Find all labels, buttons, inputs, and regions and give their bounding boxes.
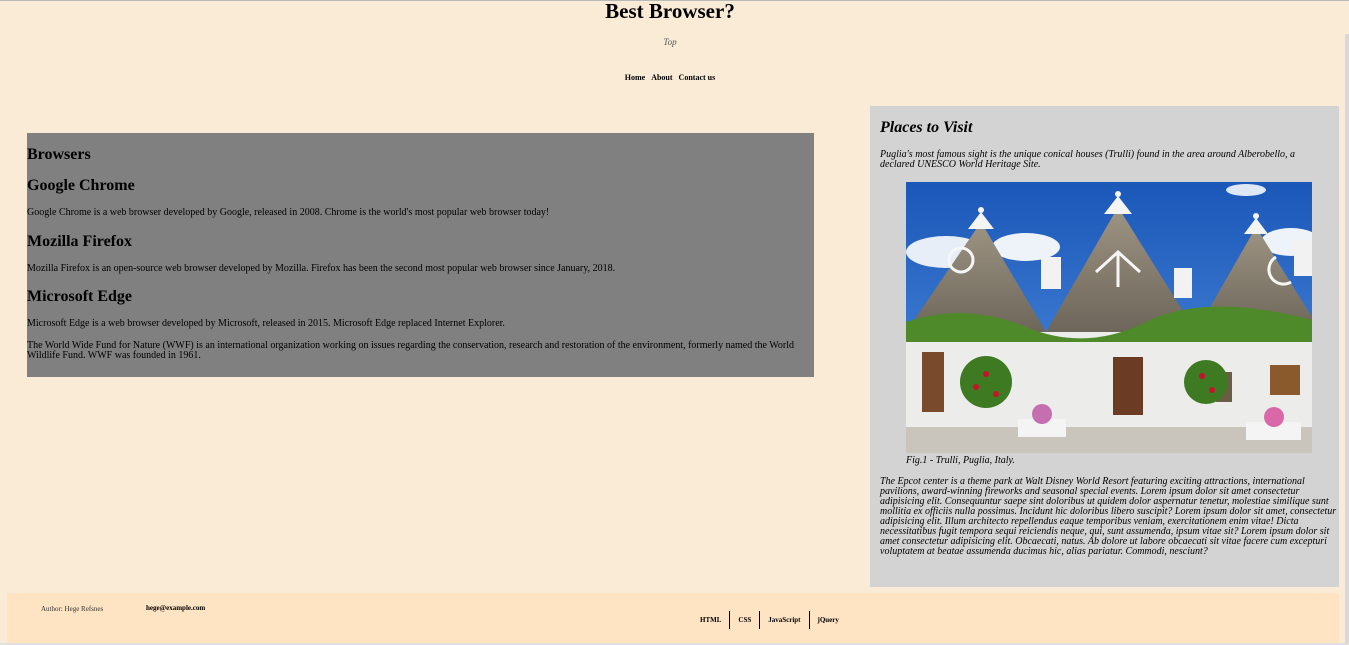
edge-text: Microsoft Edge is a web browser develope… bbox=[27, 318, 505, 329]
footer-link-css[interactable]: CSS bbox=[730, 616, 759, 624]
footer-link-html[interactable]: HTML bbox=[692, 616, 729, 624]
browsers-section: Browsers Google Chrome Google Chrome is … bbox=[27, 133, 814, 377]
places-aside: Places to Visit Puglia's most famous sig… bbox=[870, 106, 1339, 587]
page-footer: Author: Hege Refsnes hege@example.com HT… bbox=[7, 593, 1339, 643]
trulli-photo bbox=[906, 182, 1312, 453]
chrome-text: Google Chrome is a web browser developed… bbox=[27, 207, 550, 218]
footer-links: HTML CSS JavaScript jQuery bbox=[692, 611, 847, 629]
footer-link-javascript[interactable]: JavaScript bbox=[760, 616, 808, 624]
epcot-text: The Epcot center is a theme park at Walt… bbox=[880, 476, 1337, 557]
firefox-text: Mozilla Firefox is an open-source web br… bbox=[27, 263, 616, 274]
aside-intro: Puglia's most famous sight is the unique… bbox=[880, 149, 1295, 170]
edge-heading: Microsoft Edge bbox=[27, 288, 133, 305]
footer-link-jquery[interactable]: jQuery bbox=[810, 616, 847, 624]
nav-link-about[interactable]: About bbox=[651, 73, 672, 82]
footer-email[interactable]: hege@example.com bbox=[146, 604, 205, 612]
main-nav: Home About Contact us bbox=[0, 73, 1340, 82]
browsers-heading: Browsers bbox=[27, 146, 91, 163]
aside-title: Places to Visit bbox=[880, 119, 973, 136]
wwf-text: The World Wide Fund for Nature (WWF) is … bbox=[27, 340, 795, 361]
nav-link-home[interactable]: Home bbox=[625, 73, 645, 82]
page-title: Best Browser? bbox=[605, 0, 735, 23]
nav-link-contact[interactable]: Contact us bbox=[679, 73, 716, 82]
page-subtitle: Top bbox=[663, 37, 677, 47]
chrome-heading: Google Chrome bbox=[27, 177, 135, 194]
scrollbar[interactable] bbox=[1345, 34, 1349, 645]
footer-author: Author: Hege Refsnes bbox=[41, 605, 104, 613]
photo-caption: Fig.1 - Trulli, Puglia, Italy. bbox=[906, 455, 1015, 466]
firefox-heading: Mozilla Firefox bbox=[27, 233, 132, 250]
